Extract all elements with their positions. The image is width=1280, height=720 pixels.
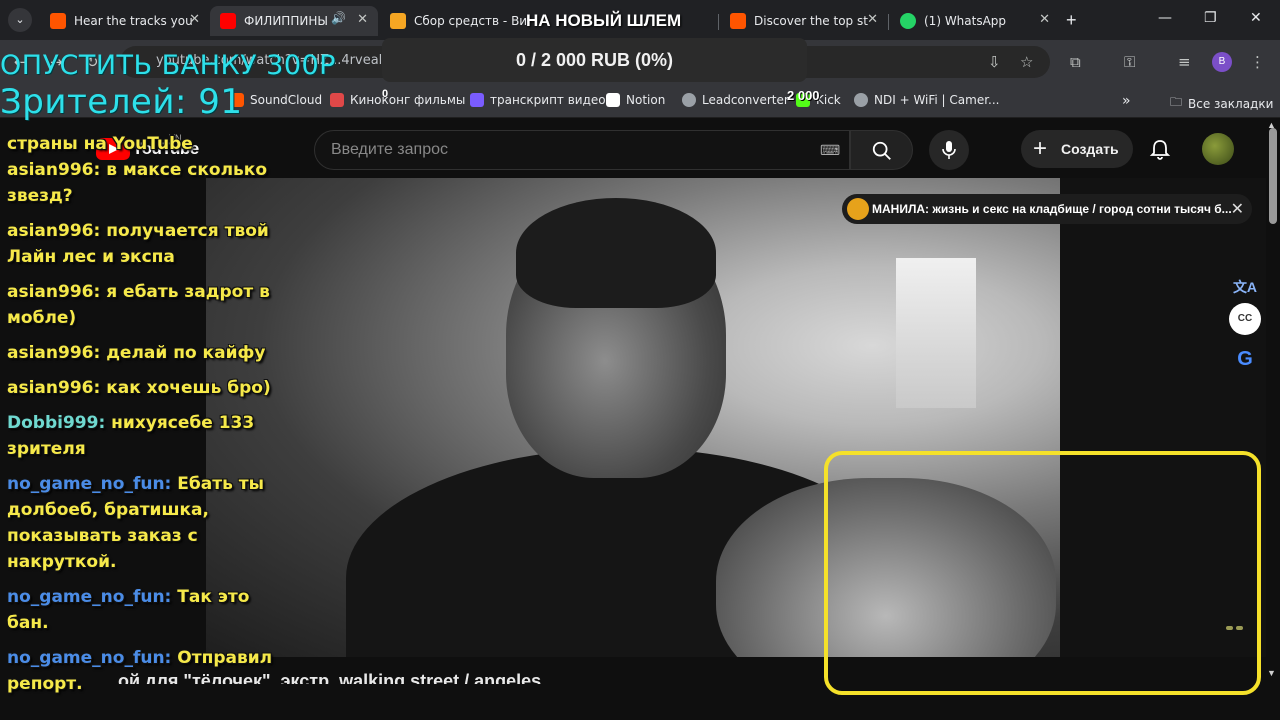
transcript-icon: [470, 93, 484, 107]
extensions-icon[interactable]: ⧉: [1070, 53, 1081, 71]
overlay-donate-banner: ОПУСТИТЬ БАНКУ 300Р: [0, 50, 336, 81]
extension-g-icon[interactable]: G: [1229, 343, 1261, 375]
bookmark-kinokong[interactable]: Киноконг фильмы: [330, 93, 465, 107]
tab-whatsapp[interactable]: (1) WhatsApp ✕: [890, 6, 1060, 36]
close-tab-icon[interactable]: ✕: [189, 12, 200, 27]
chat-message: Dobbi999: нихуясебе 133 зрителя: [7, 410, 277, 462]
account-avatar[interactable]: [1202, 133, 1234, 165]
bookmark-ndi-wifi[interactable]: NDI + WiFi | Camer...: [854, 93, 1000, 107]
plus-icon: +: [1033, 135, 1048, 162]
video-person-hair: [516, 198, 716, 308]
close-icon[interactable]: ✕: [1231, 199, 1244, 219]
tab-separator: [718, 14, 719, 30]
tab-discover-top[interactable]: Discover the top st ✕: [720, 6, 888, 36]
chat-username: no_game_no_fun:: [7, 587, 172, 607]
donation-service-icon: [390, 13, 406, 29]
overlay-viewer-count: Зрителей: 91: [0, 82, 243, 122]
folder-icon: 🗀: [1170, 95, 1183, 109]
media-controls-icon[interactable]: ≡: [1178, 53, 1191, 71]
chat-username: asian996:: [7, 221, 101, 241]
close-tab-icon[interactable]: ✕: [867, 12, 878, 27]
close-window-icon[interactable]: ✕: [1250, 10, 1262, 26]
captions-icon[interactable]: CC: [1229, 303, 1261, 335]
goal-max-label: 2 000: [787, 88, 820, 103]
search-icon: [872, 141, 891, 160]
chat-message: no_game_no_fun: Так это бан.: [7, 584, 277, 636]
youtube-icon: [220, 13, 236, 29]
chat-message: asian996: получается твой Лайн лес и экс…: [7, 218, 277, 270]
chat-text: как хочешь бро): [100, 378, 271, 398]
chat-message: no_game_no_fun: Ебать ты долбоеб, братиш…: [7, 471, 277, 575]
chat-username: asian996:: [7, 282, 101, 302]
chat-text: делай по кайфу: [100, 343, 266, 363]
bookmark-star-icon[interactable]: ☆: [1020, 53, 1033, 71]
stream-chat: страны на YouTube asian996: в максе скол…: [7, 134, 277, 706]
tab-youtube-philippines[interactable]: ФИЛИППИНЫ 🔊 ✕: [210, 6, 378, 36]
restore-window-icon[interactable]: ❐: [1204, 10, 1217, 26]
tab-separator: [888, 14, 889, 30]
chat-username: asian996:: [7, 160, 101, 180]
donation-goal-text: 0 / 2 000 RUB (0%): [515, 50, 674, 70]
bookmark-soundcloud[interactable]: SoundCloud: [230, 93, 322, 107]
search-input[interactable]: Введите запрос: [314, 130, 850, 170]
chat-username: asian996:: [7, 378, 101, 398]
chat-username: no_game_no_fun:: [7, 648, 172, 668]
search-button[interactable]: [850, 130, 913, 170]
new-tab-button[interactable]: +: [1066, 10, 1077, 31]
microphone-icon: [942, 141, 956, 159]
bookmark-notion[interactable]: Notion: [606, 93, 665, 107]
goal-min-label: 0: [382, 88, 389, 100]
tab-fundraising[interactable]: Сбор средств - Ви: [380, 6, 550, 36]
scroll-up-icon[interactable]: ▲: [1267, 120, 1276, 130]
chat-username: no_game_no_fun:: [7, 474, 172, 494]
all-bookmarks-folder[interactable]: 🗀 Все закладки: [1170, 93, 1273, 114]
chat-message: asian996: в максе сколько звезд?: [7, 157, 277, 209]
chat-username: Dobbi999:: [7, 413, 106, 433]
tab-search-chevron-icon[interactable]: ⌄: [8, 8, 32, 32]
chat-username: asian996:: [7, 343, 101, 363]
tab-soundcloud-tracks[interactable]: Hear the tracks you ✕: [40, 6, 210, 36]
donation-goal-bar: 0 / 2 000 RUB (0%): [382, 38, 807, 82]
password-key-icon[interactable]: ⚿: [1124, 53, 1135, 71]
video-window-light: [896, 258, 976, 408]
kinokong-icon: [330, 93, 344, 107]
notifications-bell-icon[interactable]: [1148, 138, 1172, 167]
audio-playing-icon[interactable]: 🔊: [331, 11, 346, 25]
recommendation-toast[interactable]: МАНИЛА: жизнь и секс на кладбище / город…: [842, 194, 1252, 224]
chat-header-partial: страны на YouTube: [7, 134, 193, 154]
globe-icon: [854, 93, 868, 107]
browser-menu-icon[interactable]: ⋮: [1250, 53, 1265, 71]
webcam-eyes-icon: [1226, 617, 1246, 630]
keyboard-icon[interactable]: ⌨: [820, 142, 840, 159]
bookmarks-overflow-chevron-icon[interactable]: »: [1122, 93, 1131, 109]
donation-goal-title: НА НОВЫЙ ШЛЕМ: [526, 11, 682, 30]
install-app-icon[interactable]: ⇩: [988, 53, 1001, 71]
profile-avatar[interactable]: B: [1212, 52, 1232, 72]
soundcloud-icon: [50, 13, 66, 29]
voice-search-button[interactable]: [929, 130, 969, 170]
bookmark-transcript[interactable]: транскрипт видео: [470, 93, 606, 107]
webcam-frame: [824, 451, 1261, 695]
notion-icon: [606, 93, 620, 107]
scroll-down-icon[interactable]: ▼: [1267, 668, 1276, 678]
whatsapp-icon: [900, 13, 916, 29]
chat-message: asian996: делай по кайфу: [7, 340, 277, 366]
soundcloud-icon: [730, 13, 746, 29]
scrollbar-thumb[interactable]: [1269, 128, 1277, 224]
bookmark-leadconverter[interactable]: Leadconverter: [682, 93, 789, 107]
chat-message: no_game_no_fun: Отправил репорт.: [7, 645, 277, 697]
channel-avatar: [847, 198, 869, 220]
chat-message: asian996: как хочешь бро): [7, 375, 277, 401]
close-tab-icon[interactable]: ✕: [1039, 12, 1050, 27]
minimize-icon[interactable]: —: [1158, 10, 1172, 26]
globe-icon: [682, 93, 696, 107]
close-tab-icon[interactable]: ✕: [357, 12, 368, 27]
create-button[interactable]: + Создать: [1021, 130, 1133, 168]
chat-message: asian996: я ебать задрот в мобле): [7, 279, 277, 331]
translate-icon[interactable]: 文A: [1229, 271, 1261, 303]
